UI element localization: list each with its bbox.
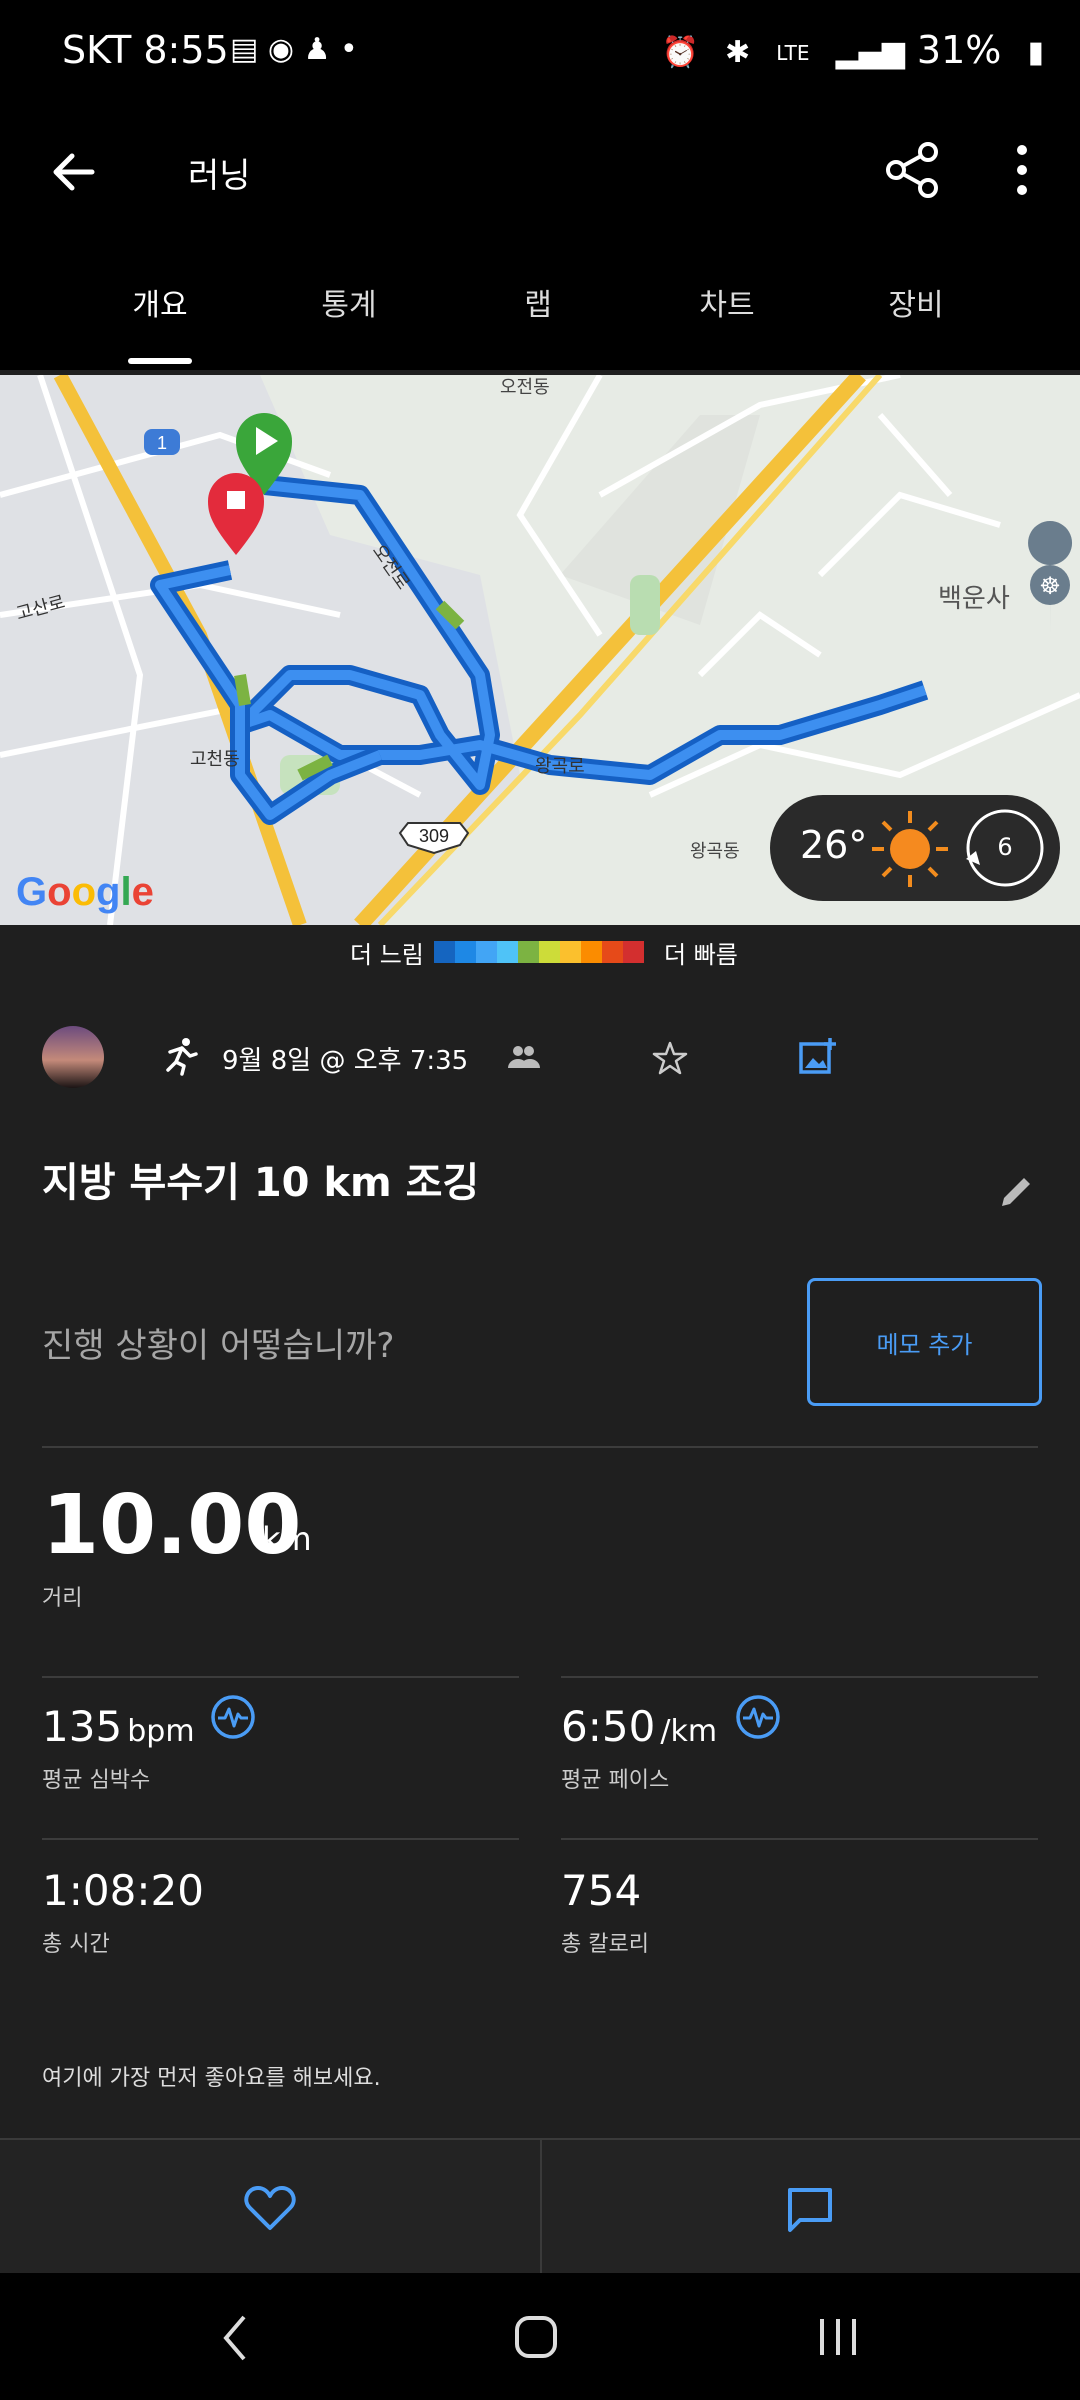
divider <box>42 1838 519 1840</box>
sun-icon <box>872 811 948 887</box>
weather-badge: 26° 6 <box>770 795 1060 901</box>
alarm-icon: ⏰ <box>661 35 699 70</box>
pace-label: 평균 페이스 <box>561 1768 670 1793</box>
temple-pin-icon: ☸ <box>1039 572 1061 600</box>
pace-legend: 더 느림 더 빠름 <box>0 935 1080 975</box>
pace-color-swatch <box>434 941 455 963</box>
divider <box>42 1676 519 1678</box>
avg-heart-rate-stat: 135 bpm <box>42 1702 195 1751</box>
divider <box>540 2140 542 2275</box>
more-options-icon[interactable] <box>1010 140 1034 200</box>
tab-overview[interactable]: 개요 <box>65 280 255 324</box>
avg-pace-stat: 6:50 /km <box>561 1702 717 1751</box>
status-time: SKT 8:55 <box>62 28 229 72</box>
running-icon <box>166 1038 198 1076</box>
pace-color-swatch <box>497 941 518 963</box>
map-label-wanggok-ro: 왕곡로 <box>535 756 585 777</box>
nav-back-icon[interactable] <box>220 2313 250 2363</box>
heart-rate-value: 135 <box>42 1702 123 1751</box>
heart-rate-unit: bpm <box>127 1714 195 1749</box>
activity-date: 9월 8일 @ 오후 7:35 <box>222 1046 469 1076</box>
edit-pencil-icon[interactable] <box>996 1172 1036 1212</box>
map-label-gocheon-dong: 고천동 <box>190 749 240 770</box>
likes-hint: 여기에 가장 먼저 좋아요를 해보세요. <box>42 2066 381 2091</box>
network-type: LTE <box>776 40 810 65</box>
signal-icon: ▂▄▆ <box>835 35 905 70</box>
heart-rate-badge-icon[interactable] <box>210 1694 256 1740</box>
pace-badge-icon[interactable] <box>735 1694 781 1740</box>
pace-unit: /km <box>660 1714 718 1749</box>
weather-temperature: 26° <box>800 823 868 867</box>
bottom-action-bar <box>0 2138 1080 2275</box>
pace-color-scale <box>434 941 644 963</box>
calories-label: 총 칼로리 <box>561 1932 649 1957</box>
star-icon[interactable] <box>652 1040 688 1076</box>
map-label-wanggok-dong: 왕곡동 <box>690 841 740 862</box>
pace-legend-slower: 더 느림 <box>350 941 424 969</box>
route-309-label: 309 <box>419 826 449 846</box>
page-title: 러닝 <box>188 156 251 196</box>
pace-value: 6:50 <box>561 1702 656 1751</box>
tab-stats[interactable]: 통계 <box>254 280 444 324</box>
tab-bar: 개요 통계 랩 차트 장비 <box>0 240 1080 370</box>
pace-color-swatch <box>560 941 581 963</box>
comment-icon[interactable] <box>786 2186 834 2234</box>
tab-charts[interactable]: 차트 <box>632 280 822 324</box>
status-right: ⏰ ✱ LTE ▂▄▆ 31% ▮ <box>648 28 1044 72</box>
google-logo: Google <box>16 870 154 914</box>
wind-speed: 6 <box>997 833 1013 861</box>
notification-icons: ▤ ◉ ♟ • <box>230 32 358 67</box>
pace-color-swatch <box>581 941 602 963</box>
active-tab-indicator <box>128 358 192 364</box>
map-label-baegunsa: 백운사 <box>938 584 1010 614</box>
pace-legend-faster: 더 빠름 <box>664 941 738 969</box>
status-bar: SKT 8:55 ▤ ◉ ♟ • ⏰ ✱ LTE ▂▄▆ 31% ▮ <box>0 0 1080 110</box>
bluetooth-icon: ✱ <box>725 35 751 70</box>
heart-rate-label: 평균 심박수 <box>42 1768 151 1793</box>
avatar[interactable] <box>42 1026 104 1088</box>
app-bar: 러닝 <box>0 110 1080 240</box>
share-icon[interactable] <box>882 140 942 200</box>
activity-info-row: 9월 8일 @ 오후 7:35 <box>0 1010 1080 1110</box>
pace-color-swatch <box>518 941 539 963</box>
divider <box>42 1446 1038 1448</box>
tab-gear[interactable]: 장비 <box>821 280 1011 324</box>
tab-laps[interactable]: 랩 <box>443 280 633 324</box>
add-photo-icon[interactable] <box>798 1036 838 1076</box>
activity-title: 지방 부수기 10 km 조깅 <box>42 1160 480 1206</box>
total-time-label: 총 시간 <box>42 1932 110 1957</box>
pace-color-swatch <box>602 941 623 963</box>
pace-color-swatch <box>476 941 497 963</box>
total-time-value: 1:08:20 <box>42 1866 204 1915</box>
pace-color-swatch <box>623 941 644 963</box>
back-arrow-icon[interactable] <box>48 146 100 198</box>
calories-value: 754 <box>561 1866 642 1915</box>
system-nav-bar <box>0 2273 1080 2400</box>
distance-unit: km <box>262 1520 312 1558</box>
battery-level: 31% <box>916 28 1002 72</box>
nav-recents-icon[interactable] <box>816 2315 860 2359</box>
note-prompt[interactable]: 진행 상황이 어떻습니까? <box>42 1318 394 1367</box>
nav-home-icon[interactable] <box>514 2315 558 2359</box>
group-icon[interactable] <box>506 1044 540 1070</box>
add-memo-button[interactable]: 메모 추가 <box>807 1278 1042 1406</box>
distance-label: 거리 <box>42 1586 83 1611</box>
route-map[interactable]: 1 309 오전동 오전로 고산로 고천동 왕곡로 왕곡동 백운사 ☸ Goog… <box>0 375 1080 925</box>
route-1-label: 1 <box>157 433 167 453</box>
like-heart-icon[interactable] <box>244 2186 296 2232</box>
divider <box>561 1838 1038 1840</box>
battery-icon: ▮ <box>1027 35 1044 70</box>
pace-color-swatch <box>455 941 476 963</box>
map-label-ojeon-dong: 오전동 <box>500 377 550 398</box>
pace-color-swatch <box>539 941 560 963</box>
divider <box>561 1676 1038 1678</box>
